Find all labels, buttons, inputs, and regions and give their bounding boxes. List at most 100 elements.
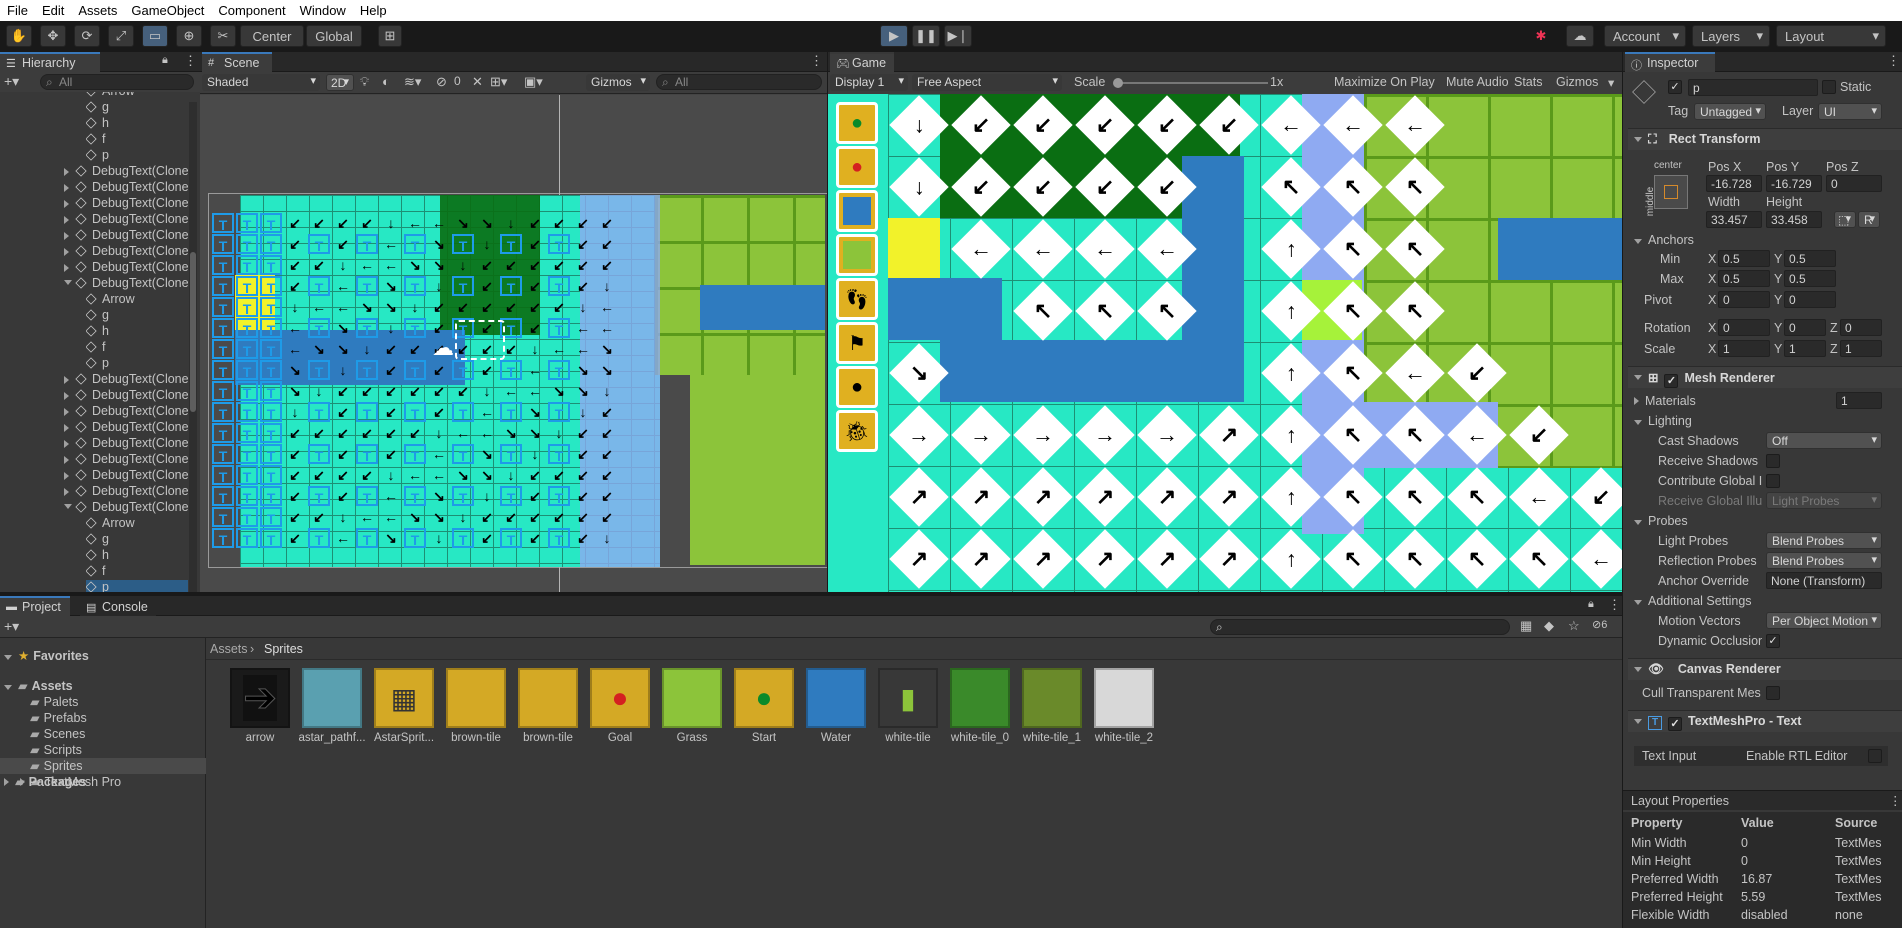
hierarchy-item-h[interactable]: h (86, 548, 186, 564)
chevron-right-icon[interactable] (64, 184, 69, 192)
lock-icon[interactable]: 🔒︎ (1588, 598, 1594, 611)
hierarchy-item-debugtext[interactable]: DebugText(Clone) (64, 244, 188, 260)
hierarchy-item-arrow[interactable]: Arrow (86, 292, 186, 308)
packages-item[interactable]: ▰ Packages (4, 774, 86, 790)
folder-item-prefabs[interactable]: ▰ Prefabs (30, 710, 206, 726)
folder-item-palets[interactable]: ▰ Palets (30, 694, 206, 710)
rect-transform-header[interactable]: ⛶ Rect Transform (1628, 128, 1902, 150)
rotation-y-field[interactable]: 0 (1784, 319, 1826, 336)
hierarchy-item-g[interactable]: g (86, 532, 186, 548)
posz-field[interactable]: 0 (1826, 175, 1882, 192)
asset-item[interactable]: astar_pathf... (296, 668, 368, 744)
more-icon[interactable]: ⋮ (1889, 793, 1902, 808)
posy-field[interactable]: -16.729 (1766, 175, 1822, 192)
receive-gi-dropdown[interactable]: Light Probes (1766, 492, 1882, 509)
display-dropdown[interactable]: Display 1 (830, 74, 908, 91)
active-checkbox[interactable]: ✓ (1668, 80, 1682, 94)
footsteps-icon[interactable]: 👣︎ (836, 278, 878, 320)
asset-item[interactable]: brown-tile (512, 668, 584, 744)
tag-dropdown[interactable]: Untagged (1694, 103, 1766, 120)
cast-shadows-dropdown[interactable]: Off (1766, 432, 1882, 449)
tmp-checkbox[interactable]: ✓ (1668, 717, 1682, 731)
cull-checkbox[interactable] (1766, 686, 1780, 700)
hand-tool-icon[interactable]: ✋ (6, 25, 32, 47)
layout-dropdown[interactable]: Layout ▾ (1776, 25, 1886, 47)
rtl-checkbox[interactable] (1868, 749, 1882, 763)
tools-icon[interactable]: ✕ (472, 74, 483, 90)
layer-dropdown[interactable]: UI (1818, 103, 1882, 120)
materials-count-field[interactable]: 1 (1836, 392, 1882, 409)
more-icon[interactable]: ⋮ (184, 53, 197, 69)
water-tile-icon[interactable] (836, 190, 878, 232)
aspect-dropdown[interactable]: Free Aspect (912, 74, 1062, 91)
scene-search-input[interactable]: ⌕ All (656, 74, 822, 90)
static-checkbox[interactable] (1822, 80, 1836, 94)
rotation-x-field[interactable]: 0 (1718, 319, 1770, 336)
layers-dropdown[interactable]: Layers ▾ (1692, 25, 1770, 47)
rect-tool-icon[interactable]: ▭ (142, 25, 168, 47)
start-tile-icon[interactable]: ● (836, 102, 878, 144)
add-icon[interactable]: +▾ (4, 618, 19, 635)
materials-foldout[interactable]: Materials (1634, 394, 1696, 408)
hierarchy-item-debugtext[interactable]: DebugText(Clone) (64, 500, 188, 516)
pivot-x-field[interactable]: 0 (1718, 291, 1770, 308)
rotation-z-field[interactable]: 0 (1840, 319, 1882, 336)
hierarchy-item-arrow[interactable]: Arrow (86, 92, 186, 100)
scale-tool-icon[interactable]: ⤢ (108, 25, 134, 47)
grid-snap-icon[interactable]: ⊞▾ (490, 74, 507, 90)
bug-icon[interactable]: 🐞︎ (836, 410, 878, 452)
selection-gizmo[interactable] (455, 320, 505, 360)
menu-gameobject[interactable]: GameObject (124, 3, 211, 18)
grass-tile-icon[interactable] (836, 234, 878, 276)
add-icon[interactable]: +▾ (4, 73, 19, 90)
rotate-tool-icon[interactable]: ⟳ (74, 25, 100, 47)
anchors-foldout[interactable]: Anchors (1634, 233, 1694, 247)
menu-edit[interactable]: Edit (35, 3, 71, 18)
more-icon[interactable]: ⋮ (810, 53, 823, 69)
audio-icon[interactable]: ◐ (382, 74, 390, 89)
flag-icon[interactable]: ⚑ (836, 322, 878, 364)
goal-tile-icon[interactable]: ● (836, 146, 878, 188)
account-dropdown[interactable]: Account ▾ (1604, 25, 1686, 47)
hierarchy-item-debugtext[interactable]: DebugText(Clone) (64, 212, 188, 228)
cloud-icon[interactable]: ☁ (1566, 25, 1594, 47)
mute-audio-toggle[interactable]: Mute Audio (1446, 75, 1509, 89)
step-button[interactable]: ▶❘ (944, 25, 972, 47)
hierarchy-item-debugtext[interactable]: DebugText(Clone) (64, 388, 188, 404)
height-field[interactable]: 33.458 (1766, 211, 1822, 228)
canvas-renderer-header[interactable]: 👁︎ Canvas Renderer (1628, 658, 1902, 680)
transform-tool-icon[interactable]: ⊕ (176, 25, 202, 47)
chevron-right-icon[interactable] (64, 408, 69, 416)
asset-item[interactable]: ➔ arrow (224, 668, 296, 744)
hierarchy-item-debugtext[interactable]: DebugText(Clone) (64, 276, 188, 292)
chevron-right-icon[interactable] (64, 488, 69, 496)
tab-console[interactable]: ▤ Console (80, 596, 156, 616)
game-viewport[interactable]: ● ● 👣︎ ⚑ ● 🐞︎ ↓ ↙ ↙ ↙ ↙ ↙ ← ← ← ↓ ↙ ↙ ↙ ↙ ↖ ↖ ↖ ← ← ← ← ↑ ↖ ↖ ↖ ↖ ↖ ↑ ↖ ↖ ↘… (828, 94, 1622, 592)
chevron-right-icon[interactable] (64, 200, 69, 208)
chevron-right-icon[interactable] (64, 168, 69, 176)
anchor-preset-button[interactable] (1654, 175, 1688, 209)
hierarchy-item-p[interactable]: p (86, 148, 186, 164)
assets-item[interactable]: ▰ Assets (4, 678, 73, 694)
chevron-right-icon[interactable] (64, 456, 69, 464)
scale-slider[interactable] (1113, 78, 1268, 88)
tab-project[interactable]: ▬ Project (0, 596, 70, 616)
hierarchy-item-debugtext[interactable]: DebugText(Clone) (64, 420, 188, 436)
motion-vectors-dropdown[interactable]: Per Object Motion (1766, 612, 1882, 629)
receive-shadows-checkbox[interactable] (1766, 454, 1780, 468)
chevron-down-icon[interactable] (64, 504, 72, 509)
lighting-icon[interactable]: 💡︎ (360, 74, 369, 90)
chevron-right-icon[interactable] (64, 248, 69, 256)
filter-type-icon[interactable]: ▦ (1520, 618, 1532, 634)
chevron-right-icon[interactable] (64, 232, 69, 240)
breadcrumb-sprites[interactable]: Sprites (264, 642, 303, 656)
circle-icon[interactable]: ● (836, 366, 878, 408)
blueprint-button[interactable]: ⬚ (1834, 211, 1856, 228)
hierarchy-item-debugtext[interactable]: DebugText(Clone) (64, 180, 188, 196)
game-gizmos-dropdown[interactable]: Gizmos (1556, 75, 1598, 89)
light-probes-dropdown[interactable]: Blend Probes (1766, 532, 1882, 549)
chevron-right-icon[interactable] (64, 216, 69, 224)
more-icon[interactable]: ⋮ (1608, 597, 1621, 613)
breadcrumb-assets[interactable]: Assets (210, 642, 248, 656)
move-tool-icon[interactable]: ✥ (40, 25, 66, 47)
